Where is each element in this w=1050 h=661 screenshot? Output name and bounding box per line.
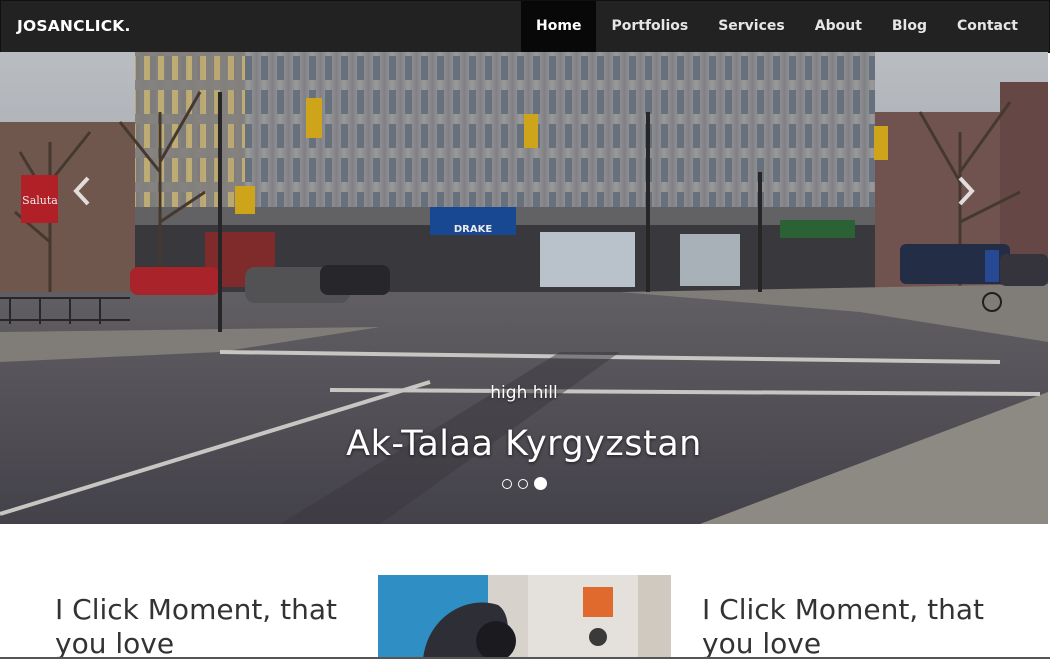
carousel-indicators [0,477,1048,490]
carousel-caption-subtitle: high hill [490,383,558,403]
nav-item-about[interactable]: About [800,1,877,52]
carousel-indicator-3[interactable] [533,477,547,490]
feature-photo [378,575,671,659]
nav-menu: Home Portfolios Services About Blog Cont… [521,1,1033,52]
nav-item-contact[interactable]: Contact [942,1,1033,52]
carousel-indicator-1[interactable] [501,478,512,489]
brand-logo[interactable]: JOSANCLICK. [17,1,131,52]
chevron-left-icon [73,176,90,206]
nav-item-blog[interactable]: Blog [877,1,942,52]
hero-carousel: Saluta DRAKE high hill Ak-Talaa Kyrgyzst… [0,52,1048,524]
chevron-right-icon [958,176,975,206]
nav-item-portfolios[interactable]: Portfolios [596,1,703,52]
feature-heading-right: I Click Moment, that you love [702,593,984,660]
feature-heading-left: I Click Moment, that you love [55,593,337,660]
carousel-next-button[interactable] [946,164,986,218]
carousel-caption-title: Ak-Talaa Kyrgyzstan [346,424,702,464]
feature-photo-image [378,575,671,659]
nav-item-home[interactable]: Home [521,1,597,52]
nav-item-services[interactable]: Services [703,1,800,52]
navbar: JOSANCLICK. Home Portfolios Services Abo… [0,0,1050,53]
carousel-indicator-2[interactable] [517,478,528,489]
carousel-prev-button[interactable] [62,164,102,218]
